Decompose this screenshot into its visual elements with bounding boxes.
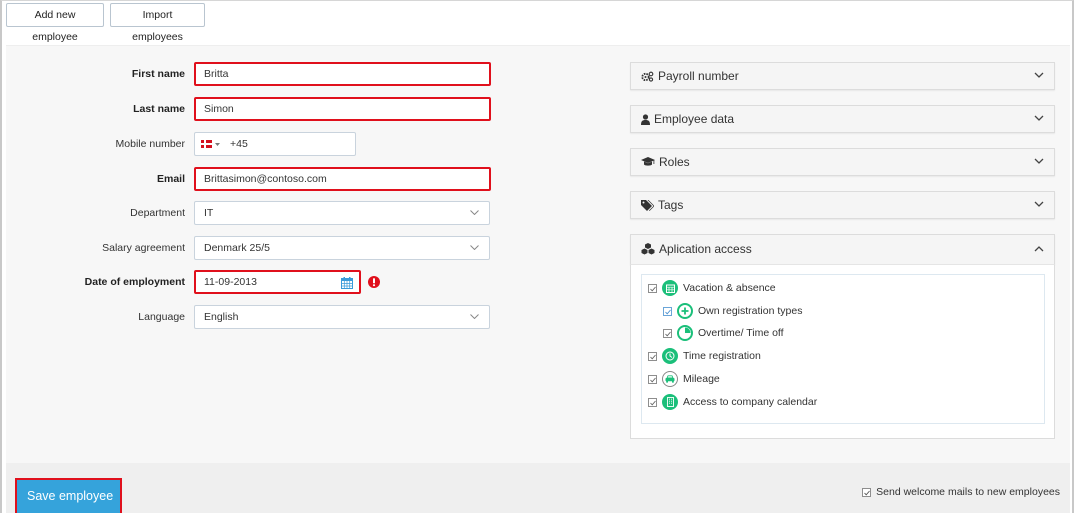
welcome-mail-option: Send welcome mails to new employees (862, 486, 1060, 498)
accordion-payroll-number[interactable]: Payroll number (630, 62, 1055, 90)
mobile-number-input[interactable]: +45 (194, 132, 356, 156)
salary-agreement-value: Denmark 25/5 (204, 242, 270, 254)
application-access-body: Vacation & absence Own registration type… (630, 264, 1055, 439)
user-icon (641, 113, 650, 125)
checkbox[interactable] (663, 306, 672, 316)
error-icon (368, 276, 380, 291)
save-employee-button[interactable]: Save employee (15, 478, 122, 513)
first-name-label: First name (131, 68, 185, 80)
checkbox[interactable] (648, 397, 657, 407)
access-item-label: Time registration (683, 350, 761, 362)
department-select[interactable]: IT (194, 201, 490, 225)
checkbox[interactable] (648, 351, 657, 361)
cogs-icon (641, 71, 654, 82)
email-label: Email (156, 173, 185, 185)
access-item-time-registration: Time registration (648, 347, 761, 365)
first-name-input[interactable]: Britta (194, 62, 491, 86)
mobile-number-label: Mobile number (115, 138, 185, 150)
chevron-down-icon (1034, 201, 1044, 207)
language-value: English (204, 311, 239, 323)
salary-agreement-label: Salary agreement (102, 242, 185, 254)
application-access-tree: Vacation & absence Own registration type… (641, 274, 1045, 424)
access-item-overtime-time-off: Overtime/ Time off (663, 324, 784, 342)
chevron-down-icon (1034, 115, 1044, 121)
country-selector[interactable] (201, 140, 220, 148)
access-item-company-calendar: Access to company calendar (648, 393, 817, 411)
email-input[interactable]: Brittasimon@contoso.com (194, 167, 491, 191)
plus-circle-icon (677, 303, 693, 319)
chevron-down-icon (1034, 158, 1044, 164)
car-icon (662, 371, 678, 387)
welcome-mail-checkbox[interactable] (862, 487, 872, 497)
department-label: Department (130, 207, 185, 219)
accordion-label: Aplication access (659, 242, 752, 256)
graduation-cap-icon (641, 157, 655, 166)
date-of-employment-label: Date of employment (84, 276, 185, 288)
language-select[interactable]: English (194, 305, 490, 329)
checkbox[interactable] (648, 374, 657, 384)
access-item-label: Own registration types (698, 305, 803, 317)
cubes-icon (641, 243, 655, 255)
phone-prefix: +45 (230, 138, 248, 150)
tags-icon (641, 199, 654, 211)
accordion-label: Tags (658, 198, 684, 212)
language-label: Language (138, 311, 185, 323)
welcome-mail-label: Send welcome mails to new employees (876, 486, 1060, 498)
pie-clock-icon (677, 325, 693, 341)
department-value: IT (204, 207, 214, 219)
accordion-label: Employee data (654, 112, 735, 126)
access-item-label: Access to company calendar (683, 396, 818, 408)
accordion-label: Roles (659, 155, 690, 169)
clock-icon (662, 348, 678, 364)
chevron-down-icon (1034, 72, 1044, 78)
access-item-vacation-absence: Vacation & absence (648, 279, 776, 297)
accordion-roles[interactable]: Roles (630, 148, 1055, 176)
last-name-label: Last name (133, 103, 185, 115)
access-item-label: Mileage (683, 373, 720, 385)
calendar-icon (662, 280, 678, 296)
checkbox[interactable] (663, 328, 672, 338)
denmark-flag-icon (201, 140, 212, 148)
access-item-own-registration-types: Own registration types (663, 302, 802, 320)
caret-down-icon (215, 142, 220, 146)
access-item-mileage: Mileage (648, 370, 720, 388)
access-item-label: Vacation & absence (683, 282, 776, 294)
accordion-tags[interactable]: Tags (630, 191, 1055, 219)
chevron-down-icon (470, 202, 479, 215)
date-of-employment-input[interactable]: 11-09-2013 (194, 270, 361, 294)
access-item-label: Overtime/ Time off (698, 327, 784, 339)
add-new-employee-button[interactable]: Add new employee (6, 3, 104, 43)
accordion-application-access[interactable]: Aplication access (630, 234, 1055, 265)
import-employees-button[interactable]: Import employees (110, 3, 205, 43)
checkbox[interactable] (648, 283, 657, 293)
chevron-down-icon (470, 306, 479, 319)
accordion-label: Payroll number (658, 69, 739, 83)
date-value: 11-09-2013 (204, 276, 257, 288)
salary-agreement-select[interactable]: Denmark 25/5 (194, 236, 490, 260)
last-name-input[interactable]: Simon (194, 97, 491, 121)
calendar-icon[interactable] (341, 276, 353, 296)
accordion-employee-data[interactable]: Employee data (630, 105, 1055, 133)
chevron-down-icon (470, 237, 479, 250)
chevron-up-icon (1034, 246, 1044, 252)
building-icon (662, 394, 678, 410)
